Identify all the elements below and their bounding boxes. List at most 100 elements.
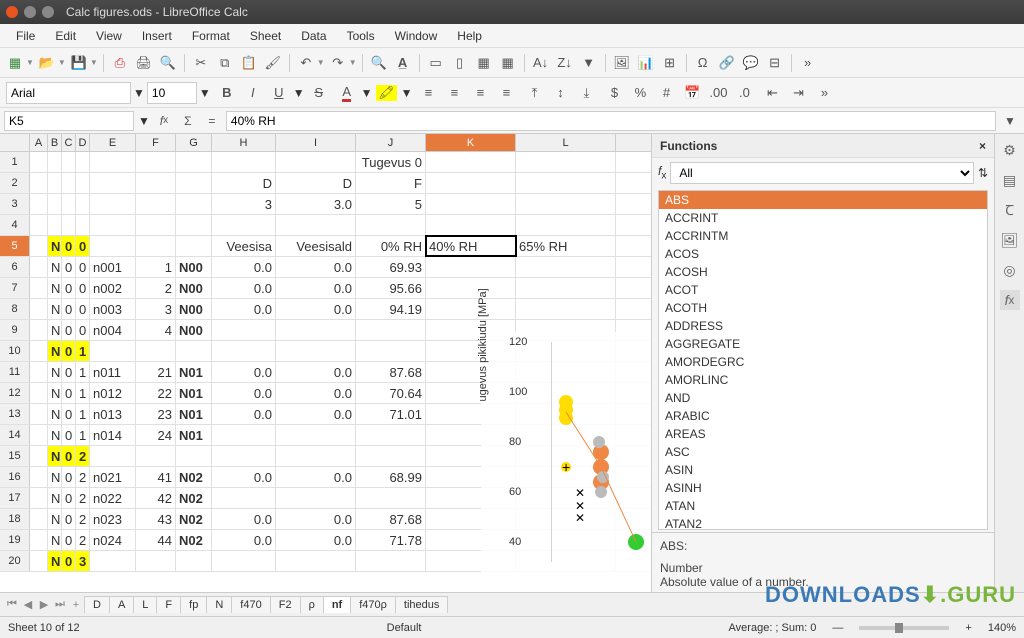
- cell-G5[interactable]: [176, 236, 212, 256]
- cell-G4[interactable]: [176, 215, 212, 235]
- cell-J9[interactable]: [356, 320, 426, 340]
- cell-J19[interactable]: 71.78: [356, 530, 426, 550]
- cell-D14[interactable]: 1: [76, 425, 90, 445]
- cell-L19[interactable]: [516, 530, 616, 550]
- highlight-icon[interactable]: 🖍: [375, 82, 399, 104]
- grid-icon[interactable]: ▦: [473, 52, 495, 74]
- grid2-icon[interactable]: ▦: [497, 52, 519, 74]
- cell-F1[interactable]: [136, 152, 176, 172]
- cell-B10[interactable]: N: [48, 341, 62, 361]
- cell-G20[interactable]: [176, 551, 212, 571]
- cell-A18[interactable]: [30, 509, 48, 529]
- cell-A17[interactable]: [30, 488, 48, 508]
- cell-C14[interactable]: 0: [62, 425, 76, 445]
- cell-H14[interactable]: [212, 425, 276, 445]
- cell-E18[interactable]: n023: [90, 509, 136, 529]
- cell-E13[interactable]: n013: [90, 404, 136, 424]
- cell-A8[interactable]: [30, 299, 48, 319]
- cell-I1[interactable]: [276, 152, 356, 172]
- cell-G3[interactable]: [176, 194, 212, 214]
- function-item[interactable]: ACOS: [659, 245, 987, 263]
- zoom-slider[interactable]: [859, 626, 949, 630]
- cell-H15[interactable]: [212, 446, 276, 466]
- cell-A9[interactable]: [30, 320, 48, 340]
- cell-H8[interactable]: 0.0: [212, 299, 276, 319]
- align-left-icon[interactable]: ≡: [416, 82, 440, 104]
- cell-E2[interactable]: [90, 173, 136, 193]
- styles-icon[interactable]: Ꞇ: [1000, 200, 1020, 220]
- cell-F5[interactable]: [136, 236, 176, 256]
- cell-G10[interactable]: [176, 341, 212, 361]
- row-header[interactable]: 2: [0, 173, 30, 193]
- cell-B15[interactable]: N: [48, 446, 62, 466]
- cell-J13[interactable]: 71.01: [356, 404, 426, 424]
- grid-body[interactable]: ugevus pikikiudu [MPa] 120 100 80 60 40 …: [0, 152, 651, 592]
- functions-tab-icon[interactable]: fx: [1000, 290, 1020, 310]
- cell-C19[interactable]: 0: [62, 530, 76, 550]
- col-header-F[interactable]: F: [136, 134, 176, 151]
- cell-B6[interactable]: N: [48, 257, 62, 277]
- properties-icon[interactable]: ▤: [1000, 170, 1020, 190]
- cell-H10[interactable]: [212, 341, 276, 361]
- cell-C8[interactable]: 0: [62, 299, 76, 319]
- function-item[interactable]: ACOSH: [659, 263, 987, 281]
- cell-L20[interactable]: [516, 551, 616, 571]
- special-char-icon[interactable]: Ω: [692, 52, 714, 74]
- cell-C13[interactable]: 0: [62, 404, 76, 424]
- cell-A4[interactable]: [30, 215, 48, 235]
- cell-D10[interactable]: 1: [76, 341, 90, 361]
- tab-last-icon[interactable]: ⏭: [52, 598, 68, 611]
- cell-L18[interactable]: [516, 509, 616, 529]
- cell-G17[interactable]: N02: [176, 488, 212, 508]
- cell-J16[interactable]: 68.99: [356, 467, 426, 487]
- cell-F6[interactable]: 1: [136, 257, 176, 277]
- cell-A12[interactable]: [30, 383, 48, 403]
- cell-D2[interactable]: [76, 173, 90, 193]
- cell-H6[interactable]: 0.0: [212, 257, 276, 277]
- print-icon[interactable]: 🖨: [133, 52, 155, 74]
- undo-icon[interactable]: ↶: [295, 52, 317, 74]
- cell-E5[interactable]: [90, 236, 136, 256]
- cell-B8[interactable]: N: [48, 299, 62, 319]
- menu-sheet[interactable]: Sheet: [240, 26, 291, 46]
- font-name-input[interactable]: [6, 82, 131, 104]
- col-header-K[interactable]: K: [426, 134, 516, 151]
- cell-H5[interactable]: Veesisa: [212, 236, 276, 256]
- cell-L12[interactable]: [516, 383, 616, 403]
- col-header-D[interactable]: D: [76, 134, 90, 151]
- cell-J18[interactable]: 87.68: [356, 509, 426, 529]
- cell-K9[interactable]: [426, 320, 516, 340]
- cell-K16[interactable]: [426, 467, 516, 487]
- cell-I18[interactable]: 0.0: [276, 509, 356, 529]
- cell-J14[interactable]: [356, 425, 426, 445]
- sheet-tab[interactable]: F: [156, 596, 181, 613]
- cell-E16[interactable]: n021: [90, 467, 136, 487]
- cell-B14[interactable]: N: [48, 425, 62, 445]
- cell-J12[interactable]: 70.64: [356, 383, 426, 403]
- cell-I15[interactable]: [276, 446, 356, 466]
- cell-L16[interactable]: [516, 467, 616, 487]
- image-icon[interactable]: 🖼: [611, 52, 633, 74]
- chart-icon[interactable]: 📊: [635, 52, 657, 74]
- cell-K18[interactable]: [426, 509, 516, 529]
- dec-inc-icon[interactable]: .00: [706, 82, 730, 104]
- function-item[interactable]: ASC: [659, 443, 987, 461]
- function-item[interactable]: ASINH: [659, 479, 987, 497]
- cell-F8[interactable]: 3: [136, 299, 176, 319]
- new-icon[interactable]: ▦: [4, 52, 26, 74]
- align-justify-icon[interactable]: ≡: [494, 82, 518, 104]
- maximize-icon[interactable]: [42, 6, 54, 18]
- cell-F2[interactable]: [136, 173, 176, 193]
- tab-prev-icon[interactable]: ◀: [20, 598, 36, 611]
- cell-L17[interactable]: [516, 488, 616, 508]
- cell-I8[interactable]: 0.0: [276, 299, 356, 319]
- cell-C9[interactable]: 0: [62, 320, 76, 340]
- cell-H16[interactable]: 0.0: [212, 467, 276, 487]
- cell-D1[interactable]: [76, 152, 90, 172]
- cell-F3[interactable]: [136, 194, 176, 214]
- cell-E10[interactable]: [90, 341, 136, 361]
- cell-D7[interactable]: 0: [76, 278, 90, 298]
- cell-I14[interactable]: [276, 425, 356, 445]
- cell-D15[interactable]: 2: [76, 446, 90, 466]
- find-icon[interactable]: 🔍: [368, 52, 390, 74]
